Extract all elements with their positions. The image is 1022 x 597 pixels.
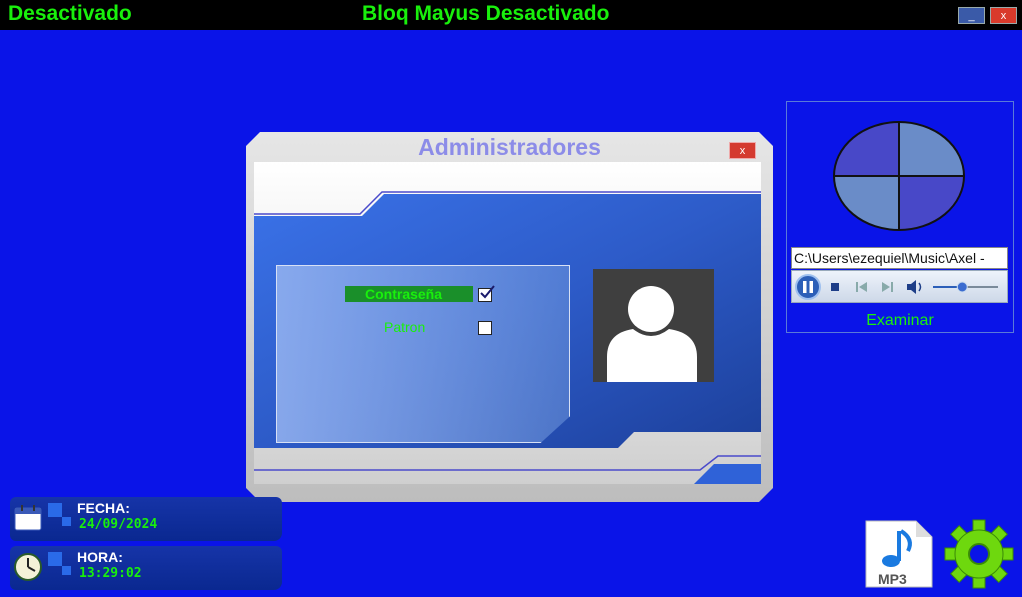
close-window-button[interactable]: x	[990, 7, 1017, 24]
date-label: FECHA:	[77, 500, 130, 516]
media-controls-art	[795, 274, 998, 300]
date-value: 24/09/2024	[79, 517, 158, 532]
admin-dialog: Administradores x Contraseña Patron	[246, 132, 773, 502]
dialog-close-button[interactable]: x	[729, 142, 756, 159]
mp3-icon[interactable]: MP3	[864, 519, 934, 589]
stop-button[interactable]	[831, 283, 839, 291]
volume-icon[interactable]	[907, 280, 922, 294]
date-panel: FECHA: 24/09/2024	[10, 497, 282, 541]
user-avatar	[593, 269, 714, 382]
next-button[interactable]	[882, 282, 893, 292]
mp3-label: MP3	[878, 571, 907, 587]
media-visualizer-icon[interactable]	[832, 120, 966, 232]
calendar-icon	[14, 505, 42, 531]
close-icon: x	[739, 145, 746, 157]
decorative-square	[48, 503, 62, 517]
previous-button[interactable]	[856, 282, 867, 292]
pause-button[interactable]	[795, 274, 821, 300]
settings-gear-icon[interactable]	[944, 519, 1014, 589]
minimize-button[interactable]: _	[958, 7, 985, 24]
check-icon	[480, 285, 495, 299]
dialog-title: Administradores	[418, 134, 601, 160]
decorative-square	[48, 552, 62, 566]
password-checkbox[interactable]	[478, 285, 495, 302]
clock-icon	[14, 553, 42, 581]
time-label: HORA:	[77, 549, 123, 565]
decorative-square	[62, 517, 71, 526]
close-icon: x	[1000, 10, 1007, 22]
top-bar: Desactivado Bloq Mayus Desactivado _ x	[0, 0, 1022, 30]
dialog-body: Contraseña Patron	[254, 162, 761, 484]
caps-lock-status: Bloq Mayus Desactivado	[362, 2, 610, 25]
pattern-option-label[interactable]: Patron	[384, 319, 425, 335]
time-panel: HORA: 13:29:02	[10, 546, 282, 590]
password-option-label[interactable]: Contraseña	[365, 286, 442, 302]
status-indicator: Desactivado	[8, 2, 132, 25]
volume-slider-thumb[interactable]	[956, 281, 968, 293]
browse-button[interactable]: Examinar	[786, 312, 1014, 330]
minimize-icon: _	[968, 10, 975, 22]
media-controls	[791, 270, 1008, 303]
file-path-field[interactable]: C:\Users\ezequiel\Music\Axel -	[791, 247, 1008, 269]
decorative-square	[62, 566, 71, 575]
time-value: 13:29:02	[79, 566, 142, 581]
pattern-checkbox[interactable]	[478, 321, 492, 335]
user-silhouette-icon	[607, 286, 697, 382]
